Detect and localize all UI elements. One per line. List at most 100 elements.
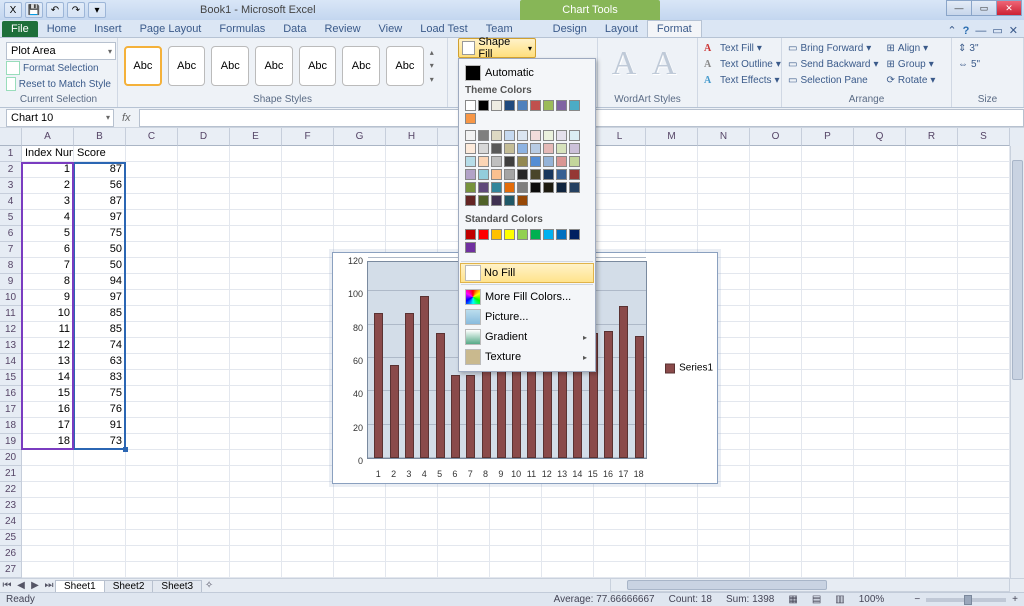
column-header[interactable]: A <box>22 128 74 146</box>
cell[interactable]: 4 <box>22 210 74 226</box>
cell[interactable] <box>698 226 750 242</box>
wordart-preview-2[interactable]: A <box>644 42 684 86</box>
color-swatch[interactable] <box>491 195 502 206</box>
chart-legend[interactable]: Series1 <box>665 363 713 374</box>
cell[interactable] <box>126 274 178 290</box>
cell[interactable] <box>334 498 386 514</box>
cell[interactable] <box>906 290 958 306</box>
cell[interactable] <box>958 530 1010 546</box>
tab-layout[interactable]: Layout <box>596 21 647 37</box>
cell[interactable] <box>230 450 282 466</box>
cell[interactable] <box>178 530 230 546</box>
color-swatch[interactable] <box>478 130 489 141</box>
vertical-scrollbar[interactable] <box>1010 146 1024 578</box>
color-swatch[interactable] <box>543 156 554 167</box>
cell[interactable] <box>230 242 282 258</box>
cell[interactable] <box>646 530 698 546</box>
cell[interactable] <box>750 178 802 194</box>
row-header[interactable]: 27 <box>0 562 22 578</box>
cell[interactable] <box>854 354 906 370</box>
cell[interactable] <box>334 162 386 178</box>
color-swatch[interactable] <box>465 130 476 141</box>
color-swatch[interactable] <box>543 130 554 141</box>
cell[interactable] <box>126 242 178 258</box>
cell[interactable] <box>698 162 750 178</box>
cell[interactable] <box>750 194 802 210</box>
cell[interactable] <box>230 194 282 210</box>
cell[interactable] <box>646 162 698 178</box>
cell[interactable] <box>854 434 906 450</box>
cell[interactable] <box>178 210 230 226</box>
fill-handle[interactable] <box>123 447 128 452</box>
row-header[interactable]: 22 <box>0 482 22 498</box>
cell[interactable] <box>958 514 1010 530</box>
workbook-min-icon[interactable]: — <box>975 25 986 37</box>
cell[interactable] <box>334 514 386 530</box>
cell[interactable]: 14 <box>22 370 74 386</box>
cell[interactable] <box>906 306 958 322</box>
close-button[interactable]: ✕ <box>996 0 1022 16</box>
cell[interactable] <box>386 498 438 514</box>
chart-bar[interactable] <box>374 313 383 458</box>
cell[interactable] <box>178 258 230 274</box>
sheet-nav-last[interactable]: ⏭ <box>42 580 56 591</box>
color-swatch[interactable] <box>530 130 541 141</box>
color-swatch[interactable] <box>569 100 580 111</box>
cell[interactable] <box>386 226 438 242</box>
cell[interactable] <box>854 290 906 306</box>
size-height[interactable]: ⇕ 3" <box>958 40 1017 56</box>
cell[interactable] <box>282 306 334 322</box>
row-header[interactable]: 17 <box>0 402 22 418</box>
cell[interactable] <box>282 434 334 450</box>
cell[interactable] <box>230 354 282 370</box>
color-swatch[interactable] <box>517 130 528 141</box>
cell[interactable] <box>958 498 1010 514</box>
cell[interactable]: 7 <box>22 258 74 274</box>
align-button[interactable]: ⊞ Align ▾ <box>887 40 936 56</box>
fill-no-fill[interactable]: No Fill <box>460 263 594 283</box>
cell[interactable] <box>178 178 230 194</box>
cell[interactable] <box>698 482 750 498</box>
cell[interactable] <box>74 530 126 546</box>
cell[interactable] <box>542 498 594 514</box>
cell[interactable] <box>958 450 1010 466</box>
color-swatch[interactable] <box>504 169 515 180</box>
chart-bar[interactable] <box>451 375 460 458</box>
cell[interactable] <box>802 450 854 466</box>
color-swatch[interactable] <box>504 156 515 167</box>
cell[interactable] <box>854 242 906 258</box>
format-selection-button[interactable]: Format Selection <box>6 60 111 76</box>
cell[interactable] <box>74 482 126 498</box>
shape-style-2[interactable]: Abc <box>168 46 206 86</box>
cell[interactable] <box>594 226 646 242</box>
row-header[interactable]: 21 <box>0 466 22 482</box>
cell[interactable] <box>438 546 490 562</box>
cell[interactable]: 18 <box>22 434 74 450</box>
cell[interactable] <box>750 162 802 178</box>
cell[interactable] <box>22 450 74 466</box>
color-swatch[interactable] <box>478 143 489 154</box>
cell[interactable] <box>854 210 906 226</box>
cell[interactable] <box>750 258 802 274</box>
cell[interactable] <box>282 418 334 434</box>
cell[interactable]: 97 <box>74 210 126 226</box>
chart-element-dropdown[interactable]: Plot Area▾ <box>6 42 116 60</box>
cell[interactable] <box>698 178 750 194</box>
workbook-restore-icon[interactable]: ▭ <box>992 24 1002 37</box>
shape-style-3[interactable]: Abc <box>211 46 249 86</box>
cell[interactable]: 1 <box>22 162 74 178</box>
cell[interactable] <box>126 306 178 322</box>
cell[interactable] <box>490 482 542 498</box>
tab-data[interactable]: Data <box>274 21 315 37</box>
cell[interactable] <box>230 162 282 178</box>
color-swatch[interactable] <box>491 182 502 193</box>
cell[interactable] <box>802 434 854 450</box>
color-swatch[interactable] <box>504 100 515 111</box>
cell[interactable] <box>334 210 386 226</box>
row-header[interactable]: 26 <box>0 546 22 562</box>
cell[interactable]: 63 <box>74 354 126 370</box>
cell[interactable] <box>854 482 906 498</box>
shape-style-4[interactable]: Abc <box>255 46 293 86</box>
cell[interactable]: 94 <box>74 274 126 290</box>
cell[interactable] <box>802 258 854 274</box>
